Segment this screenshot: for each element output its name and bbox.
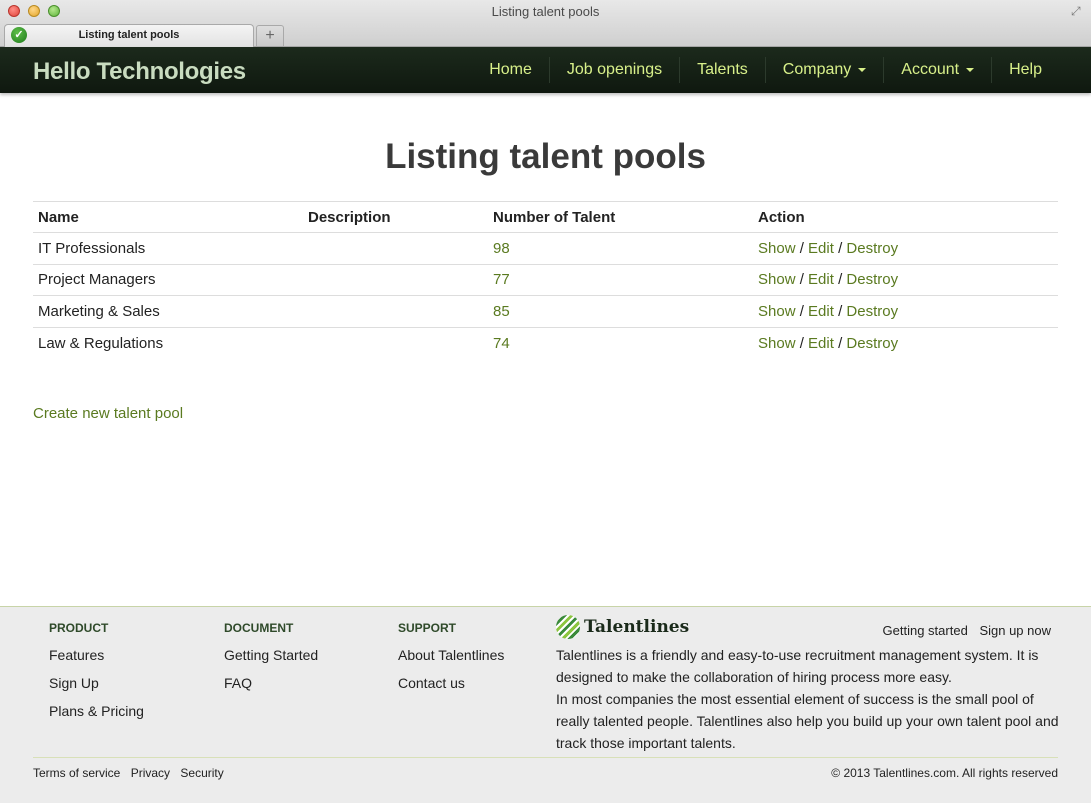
pool-count: 98 [488,232,753,264]
footer-about: Talentlines Getting started Sign up now … [556,613,1060,754]
edit-link[interactable]: Edit [808,303,834,320]
separator: / [838,302,843,320]
footer-heading: DOCUMENT [224,621,294,635]
footer-heading: SUPPORT [398,621,457,635]
footer-link-about[interactable]: About Talentlines [398,647,504,675]
nav-label: Job openings [566,61,663,78]
nav-item-account[interactable]: Account [883,57,991,83]
pool-description [303,295,488,327]
nav-label: Company [782,61,852,78]
pool-name: IT Professionals [33,232,303,264]
footer-bottom-bar: Terms of service Privacy Security © 2013… [33,757,1058,780]
nav-label: Help [1009,61,1042,78]
destroy-link[interactable]: Destroy [846,240,898,257]
header-action: Action [753,201,1058,233]
striped-globe-logo-icon [556,615,580,639]
header-name: Name [33,201,303,233]
navbar: Hello Technologies Home Job openings Tal… [0,47,1091,93]
table-row: Law & Regulations 74 Show / Edit / Destr… [33,326,1058,359]
nav-label: Home [489,61,532,78]
talent-pools-table: Name Description Number of Talent Action… [33,201,1058,359]
pool-name: Project Managers [33,263,303,296]
pool-count: 85 [488,295,753,327]
terms-of-service-link[interactable]: Terms of service [33,766,120,780]
nav-menu: Home Job openings Talents Company Accoun… [472,47,1059,93]
sign-up-now-link[interactable]: Sign up now [979,623,1051,638]
edit-link[interactable]: Edit [808,271,834,288]
footer-link-sign-up[interactable]: Sign Up [49,675,144,703]
footer-link-faq[interactable]: FAQ [224,675,318,703]
destroy-link[interactable]: Destroy [846,303,898,320]
brand-logo[interactable]: Hello Technologies [33,58,246,86]
copyright-text: © 2013 Talentlines.com. All rights reser… [831,766,1058,780]
security-link[interactable]: Security [180,766,223,780]
show-link[interactable]: Show [758,240,796,257]
separator: / [799,302,804,320]
pool-description [303,232,488,264]
pool-description [303,263,488,296]
table-row: Marketing & Sales 85 Show / Edit / Destr… [33,295,1058,327]
table-row: IT Professionals 98 Show / Edit / Destro… [33,232,1058,264]
fullscreen-icon[interactable]: ⤢ [1071,4,1085,18]
footer-link-getting-started[interactable]: Getting Started [224,647,318,675]
pool-name: Law & Regulations [33,326,303,359]
edit-link[interactable]: Edit [808,335,834,352]
header-number-of-talent: Number of Talent [488,201,753,233]
separator: / [838,271,843,289]
pool-actions: Show / Edit / Destroy [753,232,1058,264]
page-title: Listing talent pools [385,137,706,176]
footer-heading: PRODUCT [49,621,109,635]
nav-item-talents[interactable]: Talents [679,57,765,83]
tab-label: Listing talent pools [78,29,180,41]
destroy-link[interactable]: Destroy [846,271,898,288]
footer-link-contact[interactable]: Contact us [398,675,504,703]
pool-count: 77 [488,263,753,296]
footer-top-links: Getting started Sign up now [875,623,1051,638]
separator: / [799,271,804,289]
separator: / [838,239,843,257]
footer-link-plans-pricing[interactable]: Plans & Pricing [49,703,144,731]
separator: / [838,334,843,352]
show-link[interactable]: Show [758,271,796,288]
nav-label: Talents [697,61,748,78]
show-link[interactable]: Show [758,303,796,320]
show-link[interactable]: Show [758,335,796,352]
description-paragraph: In most companies the most essential ele… [556,691,1059,751]
table-row: Project Managers 77 Show / Edit / Destro… [33,263,1058,296]
footer-description: Talentlines is a friendly and easy-to-us… [556,644,1060,754]
separator: / [799,239,804,257]
nav-label: Account [901,61,960,78]
browser-tab[interactable]: ✓ Listing talent pools [4,24,254,47]
pool-description [303,326,488,359]
nav-item-home[interactable]: Home [472,57,549,83]
create-talent-pool-link[interactable]: Create new talent pool [33,405,183,422]
pool-name: Marketing & Sales [33,295,303,327]
logo-text: Talentlines [584,617,690,637]
pool-count: 74 [488,326,753,359]
table-header-row: Name Description Number of Talent Action [33,201,1058,233]
footer-column-product: PRODUCT Features Sign Up Plans & Pricing [49,621,144,731]
footer-column-support: SUPPORT About Talentlines Contact us [398,621,504,703]
privacy-link[interactable]: Privacy [131,766,170,780]
nav-item-company[interactable]: Company [764,57,883,83]
edit-link[interactable]: Edit [808,240,834,257]
getting-started-link[interactable]: Getting started [883,623,968,638]
window-titlebar: Listing talent pools ⤢ ✓ Listing talent … [0,0,1091,47]
description-paragraph: Talentlines is a friendly and easy-to-us… [556,647,1039,685]
destroy-link[interactable]: Destroy [846,335,898,352]
nav-item-job-openings[interactable]: Job openings [548,57,679,83]
window-title: Listing talent pools [491,4,600,19]
pool-actions: Show / Edit / Destroy [753,263,1058,296]
separator: / [799,334,804,352]
pool-actions: Show / Edit / Destroy [753,326,1058,359]
new-tab-button[interactable]: + [256,25,284,46]
caret-down-icon [858,68,867,72]
footer-link-features[interactable]: Features [49,647,144,675]
nav-item-help[interactable]: Help [991,57,1059,83]
pool-actions: Show / Edit / Destroy [753,295,1058,327]
footer: PRODUCT Features Sign Up Plans & Pricing… [0,606,1091,803]
footer-column-document: DOCUMENT Getting Started FAQ [224,621,318,703]
header-description: Description [303,201,488,233]
caret-down-icon [966,68,975,72]
